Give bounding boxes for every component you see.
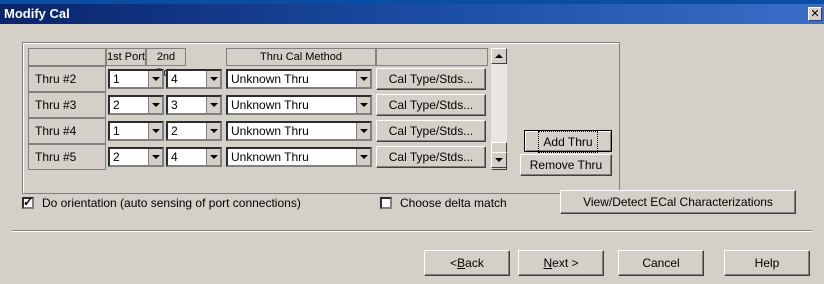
header-blank xyxy=(28,48,106,66)
close-icon[interactable]: ✕ xyxy=(808,7,822,21)
port1-select-thru-2[interactable]: 1 xyxy=(108,69,164,89)
row-label-thru-4: Thru #4 xyxy=(28,118,106,144)
orientation-label: Do orientation (auto sensing of port con… xyxy=(42,196,301,210)
chevron-down-icon[interactable] xyxy=(356,97,370,113)
port2-select-thru-3[interactable]: 3 xyxy=(166,95,222,115)
delta-match-checkbox[interactable] xyxy=(380,197,392,209)
cal-type-stds-button-thru-3[interactable]: Cal Type/Stds... xyxy=(376,94,486,116)
add-thru-button[interactable]: Add Thru xyxy=(524,130,612,153)
cancel-button[interactable]: Cancel xyxy=(618,250,704,276)
header-1st-port: 1st Port xyxy=(106,48,146,66)
method-select-thru-4[interactable]: Unknown Thru xyxy=(226,121,372,141)
table-scrollbar[interactable] xyxy=(490,48,507,170)
orientation-checkbox[interactable] xyxy=(22,195,34,209)
port1-select-thru-5[interactable]: 2 xyxy=(108,147,164,167)
chevron-down-icon[interactable] xyxy=(206,97,220,113)
method-select-thru-3[interactable]: Unknown Thru xyxy=(226,95,372,115)
header-blank-right xyxy=(376,48,488,66)
modify-cal-dialog: Modify Cal ✕ 1st Port 2nd Port Thru Cal … xyxy=(0,4,824,284)
chevron-down-icon[interactable] xyxy=(206,149,220,165)
port1-select-thru-3[interactable]: 2 xyxy=(108,95,164,115)
help-button[interactable]: Help xyxy=(724,250,810,276)
row-label-thru-5: Thru #5 xyxy=(28,144,106,170)
chevron-down-icon[interactable] xyxy=(148,149,162,165)
method-select-thru-2[interactable]: Unknown Thru xyxy=(226,69,372,89)
cal-type-stds-button-thru-2[interactable]: Cal Type/Stds... xyxy=(376,68,486,90)
scroll-up-icon[interactable] xyxy=(491,48,507,64)
back-button[interactable]: < Back xyxy=(424,250,510,276)
chevron-down-icon[interactable] xyxy=(206,71,220,87)
chevron-down-icon[interactable] xyxy=(206,123,220,139)
row-label-thru-3: Thru #3 xyxy=(28,92,106,118)
remove-thru-button[interactable]: Remove Thru xyxy=(520,154,612,176)
port2-select-thru-4[interactable]: 2 xyxy=(166,121,222,141)
chevron-down-icon[interactable] xyxy=(356,71,370,87)
delta-match-label: Choose delta match xyxy=(400,196,507,210)
row-label-thru-2: Thru #2 xyxy=(28,66,106,92)
method-select-thru-5[interactable]: Unknown Thru xyxy=(226,147,372,167)
port2-select-thru-2[interactable]: 4 xyxy=(166,69,222,89)
view-detect-ecal-button[interactable]: View/Detect ECal Characterizations xyxy=(560,190,796,214)
port2-select-thru-5[interactable]: 4 xyxy=(166,147,222,167)
chevron-down-icon[interactable] xyxy=(148,123,162,139)
title-bar: Modify Cal ✕ xyxy=(0,4,824,24)
chevron-down-icon[interactable] xyxy=(148,97,162,113)
footer-separator xyxy=(12,230,812,232)
port1-select-thru-4[interactable]: 1 xyxy=(108,121,164,141)
chevron-down-icon[interactable] xyxy=(356,149,370,165)
chevron-down-icon[interactable] xyxy=(148,71,162,87)
cal-type-stds-button-thru-4[interactable]: Cal Type/Stds... xyxy=(376,120,486,142)
chevron-down-icon[interactable] xyxy=(356,123,370,139)
header-thru-cal-method: Thru Cal Method xyxy=(226,48,376,66)
scroll-down-icon[interactable] xyxy=(491,152,507,168)
dialog-title: Modify Cal xyxy=(4,6,70,21)
header-2nd-port: 2nd Port xyxy=(146,48,186,79)
cal-type-stds-button-thru-5[interactable]: Cal Type/Stds... xyxy=(376,146,486,168)
next-button[interactable]: Next > xyxy=(518,250,604,276)
